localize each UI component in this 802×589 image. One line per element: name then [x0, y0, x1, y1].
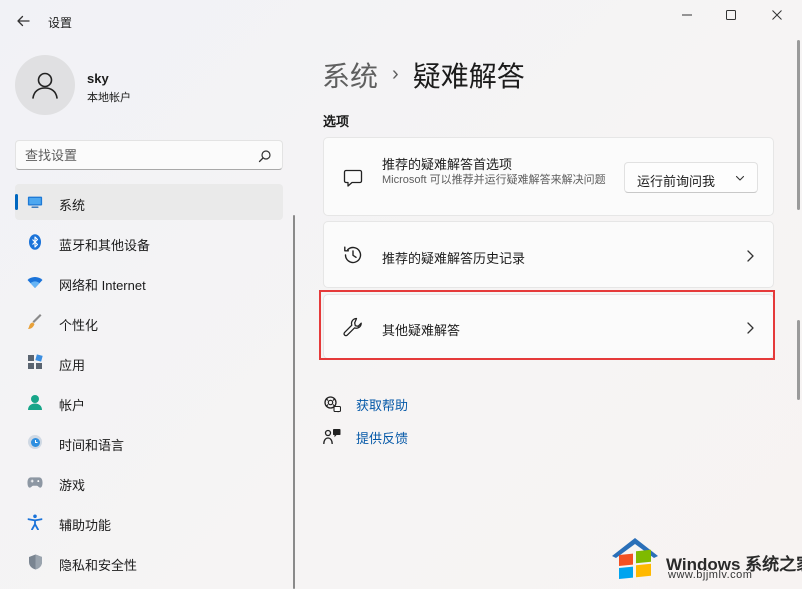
- sidebar-item-accessibility[interactable]: 辅助功能: [15, 504, 283, 540]
- sidebar-item-label: 帐户: [59, 398, 86, 413]
- sidebar-scrollbar[interactable]: [293, 215, 295, 589]
- feedback-icon: [323, 428, 341, 446]
- section-label-options: 选项: [323, 114, 350, 129]
- card-title: 推荐的疑难解答历史记录: [382, 251, 526, 266]
- give-feedback-label: 提供反馈: [356, 430, 409, 446]
- bluetooth-icon: [27, 234, 43, 250]
- card-title: 推荐的疑难解答首选项: [382, 157, 513, 172]
- preference-dropdown[interactable]: 运行前询问我: [624, 162, 758, 193]
- search-input[interactable]: [25, 146, 245, 164]
- sidebar-item-label: 游戏: [59, 478, 86, 493]
- maximize-button[interactable]: [708, 0, 754, 30]
- back-button[interactable]: [12, 10, 34, 32]
- sidebar-item-label: 网络和 Internet: [59, 278, 146, 293]
- dropdown-selected-value: 运行前询问我: [637, 174, 716, 189]
- card-recommended-preferences: 推荐的疑难解答首选项 Microsoft 可以推荐并运行疑难解答来解决问题 运行…: [323, 137, 774, 216]
- card-title: 其他疑难解答: [382, 323, 461, 338]
- wrench-icon: [342, 316, 364, 338]
- sidebar-item-privacy[interactable]: 隐私和安全性: [15, 544, 283, 580]
- app-title: 设置: [48, 16, 73, 30]
- sidebar-item-label: 系统: [59, 198, 86, 213]
- watermark: Windows 系统之家 www.bjjmlv.com: [600, 530, 802, 589]
- watermark-site: www.bjjmlv.com: [668, 569, 753, 581]
- breadcrumb-separator: ›: [392, 62, 399, 85]
- user-name: sky: [87, 71, 109, 86]
- windows-logo-icon: [612, 538, 658, 580]
- close-icon: [772, 10, 782, 20]
- sidebar-item-accounts[interactable]: 帐户: [15, 384, 283, 420]
- shield-icon: [27, 554, 43, 570]
- person-icon: [32, 72, 58, 99]
- sidebar-item-label: 辅助功能: [59, 518, 112, 533]
- help-icon: [323, 395, 341, 413]
- settings-window: 设置 sky 本地帐户 系统: [0, 0, 802, 589]
- sidebar-item-label: 蓝牙和其他设备: [59, 238, 151, 253]
- history-icon: [342, 244, 364, 266]
- display-icon: [27, 194, 43, 210]
- breadcrumb: 系统 › 疑难解答: [322, 55, 525, 95]
- sidebar-item-label: 时间和语言: [59, 438, 125, 453]
- gamepad-icon: [27, 474, 43, 490]
- chevron-right-icon: [747, 250, 754, 262]
- close-button[interactable]: [754, 0, 800, 30]
- apps-icon: [27, 354, 43, 370]
- sidebar-item-label: 应用: [59, 358, 86, 373]
- brush-icon: [27, 314, 43, 330]
- main-scrollbar-lower[interactable]: [797, 320, 800, 400]
- minimize-button[interactable]: [664, 0, 710, 30]
- wifi-icon: [27, 274, 43, 290]
- sidebar-item-label: 个性化: [59, 318, 99, 333]
- accessibility-icon: [27, 514, 43, 530]
- card-description: Microsoft 可以推荐并运行疑难解答来解决问题: [382, 174, 606, 186]
- chevron-down-icon: [735, 175, 745, 181]
- sidebar-item-gaming[interactable]: 游戏: [15, 464, 283, 500]
- card-other-troubleshooters[interactable]: 其他疑难解答: [323, 294, 774, 359]
- get-help-label: 获取帮助: [356, 397, 409, 413]
- sidebar-item-apps[interactable]: 应用: [15, 344, 283, 380]
- get-help-link[interactable]: 获取帮助: [323, 394, 408, 414]
- sidebar-item-system[interactable]: 系统: [15, 184, 283, 220]
- give-feedback-link[interactable]: 提供反馈: [323, 427, 408, 447]
- minimize-icon: [682, 14, 692, 16]
- search-box[interactable]: [15, 140, 283, 170]
- maximize-icon: [726, 10, 736, 20]
- sidebar-item-label: 隐私和安全性: [59, 558, 138, 573]
- avatar: [15, 55, 75, 115]
- sidebar-item-time-language[interactable]: 时间和语言: [15, 424, 283, 460]
- clock-globe-icon: [27, 434, 43, 450]
- sidebar-nav: 系统 蓝牙和其他设备 网络和 Internet 个性化 应用 帐户 时间和语言 …: [15, 184, 283, 584]
- chevron-right-icon: [747, 322, 754, 334]
- account-type: 本地帐户: [87, 92, 131, 104]
- title-bar: 设置: [0, 0, 802, 40]
- arrow-left-icon: [17, 15, 30, 27]
- sidebar-item-bluetooth[interactable]: 蓝牙和其他设备: [15, 224, 283, 260]
- chat-bubble-icon: [342, 167, 364, 189]
- sidebar-item-network[interactable]: 网络和 Internet: [15, 264, 283, 300]
- page-title: 疑难解答: [412, 61, 525, 92]
- sidebar-item-personalization[interactable]: 个性化: [15, 304, 283, 340]
- person-icon: [27, 394, 43, 410]
- main-scrollbar[interactable]: [797, 40, 800, 210]
- search-icon[interactable]: [258, 149, 272, 163]
- card-troubleshoot-history[interactable]: 推荐的疑难解答历史记录: [323, 221, 774, 288]
- breadcrumb-parent[interactable]: 系统: [322, 55, 378, 95]
